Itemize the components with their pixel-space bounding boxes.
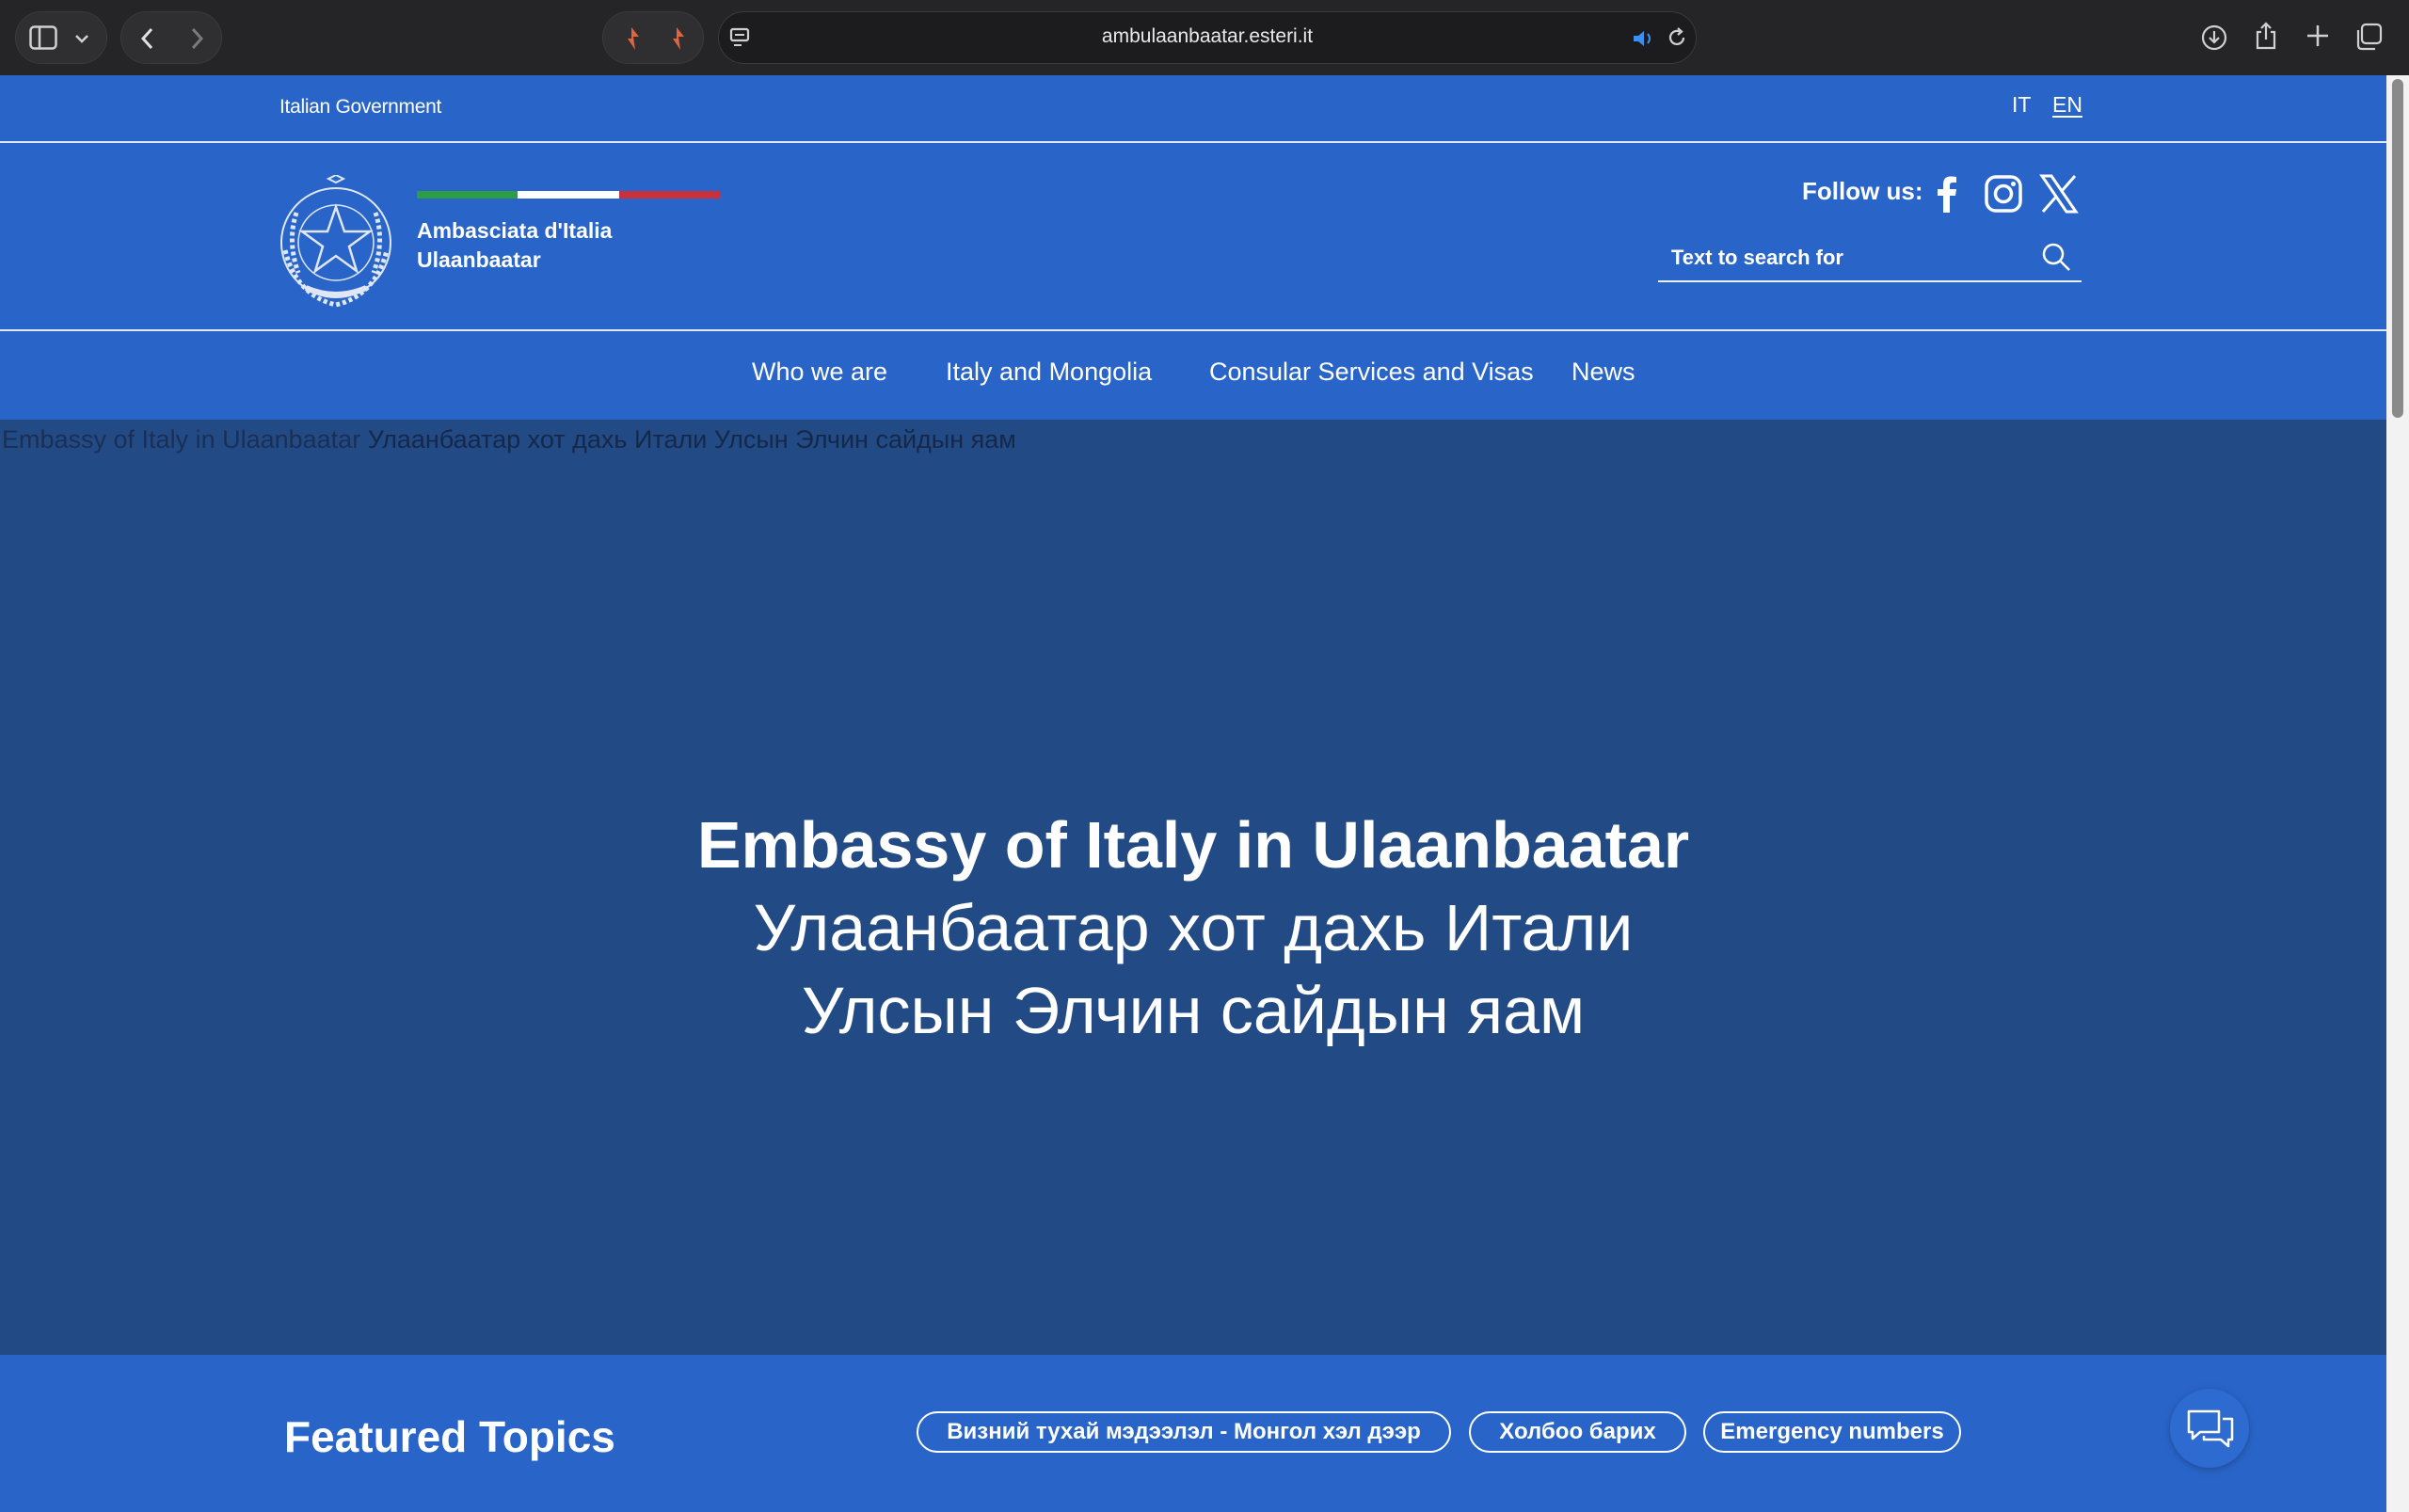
language-it[interactable]: IT [2012, 92, 2031, 118]
chevron-down-icon[interactable] [74, 33, 89, 44]
back-icon[interactable] [138, 26, 157, 51]
downloads-icon[interactable] [2200, 24, 2228, 52]
extension-icon-2[interactable] [665, 25, 688, 52]
facebook-icon[interactable] [1927, 173, 1969, 215]
extension-icon[interactable] [620, 25, 643, 52]
featured-topics-title: Featured Topics [284, 1412, 615, 1461]
browser-chrome: ambulaanbaatar.esteri.it [0, 0, 2409, 75]
hero-title-line3: Улсын Элчин сайдын яам [801, 974, 1586, 1047]
url-text[interactable]: ambulaanbaatar.esteri.it [719, 25, 1696, 48]
x-icon[interactable] [2038, 173, 2080, 215]
government-link[interactable]: Italian Government [279, 96, 441, 119]
topic-chip-visa-info[interactable]: Визний тухай мэдээлэл - Монгол хэл дээр [917, 1411, 1451, 1453]
extensions-group [602, 11, 704, 64]
tricolor-bar [417, 191, 720, 199]
search-icon[interactable] [2040, 241, 2072, 273]
follow-us-label: Follow us: [1802, 177, 1923, 205]
speaker-icon[interactable] [1632, 28, 1656, 49]
chat-icon [2187, 1409, 2234, 1448]
topic-chip-contact[interactable]: Холбоо барих [1469, 1411, 1686, 1453]
search-input[interactable] [1669, 241, 2031, 275]
site-name-line2: Ulaanbaatar [417, 247, 541, 272]
tab-overview-icon[interactable] [2354, 23, 2383, 51]
nav-italy-and-mongolia[interactable]: Italy and Mongolia [946, 358, 1152, 387]
web-page: Italian Government IT EN Ambasciata d'It… [0, 75, 2386, 1512]
nav-consular-services[interactable]: Consular Services and Visas [1209, 358, 1534, 387]
page-scrollbar[interactable] [2386, 75, 2409, 1512]
site-name-line1: Ambasciata d'Italia [417, 218, 613, 243]
hero-title: Embassy of Italy in Ulaanbaatar Улаанбаа… [0, 804, 2386, 1052]
sidebar-icon[interactable] [29, 25, 57, 50]
alt-text-mn: Улаанбаатар хот дахь Итали Улсын Элчин с… [367, 425, 1016, 454]
featured-topics: Featured Topics Визний тухай мэдээлэл - … [0, 1355, 2386, 1512]
address-bar[interactable]: ambulaanbaatar.esteri.it [718, 11, 1697, 64]
italian-emblem-logo[interactable] [278, 175, 394, 310]
site-header: Ambasciata d'Italia Ulaanbaatar Follow u… [0, 143, 2386, 331]
share-icon[interactable] [2253, 21, 2279, 51]
forward-icon[interactable] [187, 26, 206, 51]
hero-title-line2: Улаанбаатар хот дахь Итали [753, 891, 1634, 964]
history-nav-group [120, 11, 222, 64]
hero-banner: Embassy of Italy in Ulaanbaatar Улаанбаа… [0, 420, 2386, 1355]
government-topbar: Italian Government IT EN [0, 75, 2386, 143]
nav-who-we-are[interactable]: Who we are [752, 358, 887, 387]
search-box [1658, 235, 2082, 282]
hero-image-alt-text: Embassy of Italy in Ulaanbaatar Улаанбаа… [2, 425, 1016, 454]
hero-title-line1: Embassy of Italy in Ulaanbaatar [696, 808, 1690, 882]
reload-icon[interactable] [1666, 26, 1688, 49]
instagram-icon[interactable] [1983, 173, 2024, 215]
main-navigation: Who we are Italy and Mongolia Consular S… [0, 331, 2386, 420]
alt-text-en: Embassy of Italy in Ulaanbaatar [2, 425, 361, 454]
sidebar-toggle-group[interactable] [15, 11, 107, 64]
scrollbar-thumb[interactable] [2392, 79, 2403, 418]
new-tab-icon[interactable] [2305, 24, 2330, 48]
nav-news[interactable]: News [1571, 358, 1635, 387]
chat-button[interactable] [2170, 1389, 2249, 1468]
topic-chip-emergency[interactable]: Emergency numbers [1703, 1411, 1961, 1453]
language-en[interactable]: EN [2052, 92, 2082, 118]
site-name[interactable]: Ambasciata d'Italia Ulaanbaatar [417, 216, 612, 275]
